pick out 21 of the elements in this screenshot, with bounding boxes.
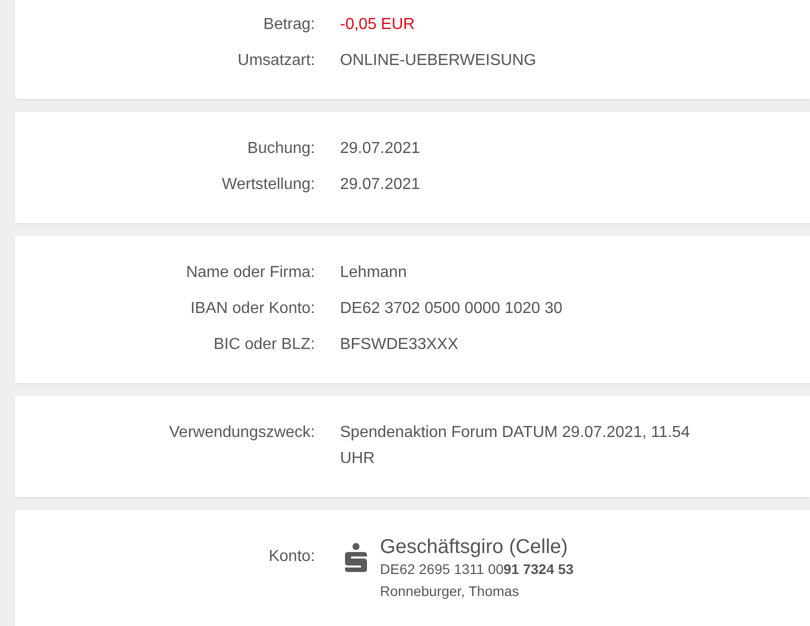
field-value: DE62 3702 0500 0000 1020 30: [340, 299, 564, 319]
field-value: BFSWDE33XXX: [340, 335, 460, 355]
field-value: 29.07.2021: [340, 139, 422, 159]
account-holder: Ronneburger, Thomas: [380, 582, 520, 601]
field-label: Wertstellung:: [220, 175, 315, 195]
field-label: Umsatzart:: [236, 51, 315, 71]
field-value: 29.07.2021: [340, 175, 422, 195]
field-label: Konto:: [268, 547, 315, 567]
field-label: Verwendungszweck:: [168, 423, 315, 443]
field-label: Name oder Firma:: [185, 263, 315, 283]
field-value: Lehmann: [340, 263, 408, 283]
field-label: Buchung:: [246, 139, 315, 159]
field-value: ONLINE-UEBERWEISUNG: [340, 51, 538, 71]
field-label: Betrag:: [262, 15, 315, 35]
field-label: IBAN oder Konto:: [189, 299, 315, 319]
account-iban: DE62 2695 1311 0091 7324 53: [380, 560, 574, 578]
field-value: Spendenaktion Forum DATUM 29.07.2021, 11.54 UHR: [340, 423, 691, 469]
amount-value: -0,05 EUR: [340, 15, 416, 35]
account-name: Geschäftsgiro (Celle): [380, 535, 569, 560]
field-label: BIC oder BLZ:: [212, 335, 315, 355]
s-logo-icon: [345, 543, 367, 572]
